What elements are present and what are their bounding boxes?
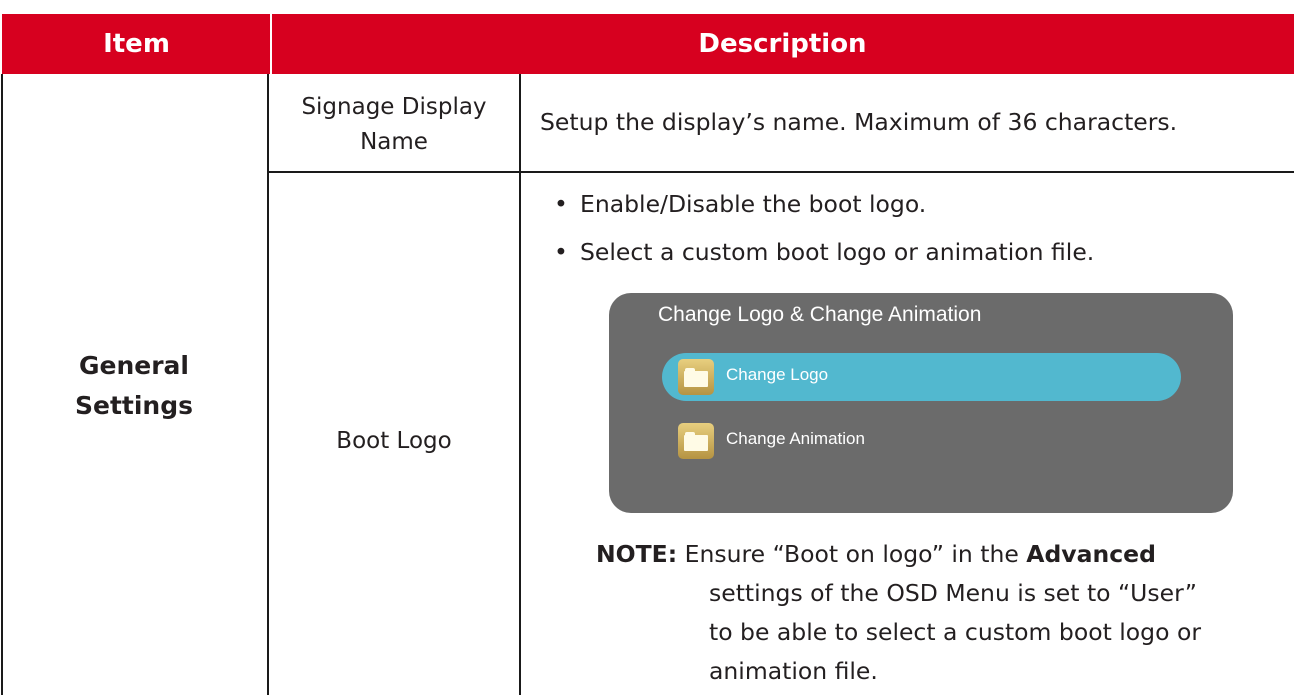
note-bold-text: Advanced — [1026, 540, 1156, 568]
note-line: settings of the OSD Menu is set to “User… — [709, 579, 1197, 607]
folder-icon — [678, 359, 714, 395]
setting-label-line: Signage Display — [301, 94, 487, 120]
signage-description: Setup the display’s name. Maximum of 36 … — [540, 108, 1178, 136]
note-label: NOTE: — [596, 540, 678, 568]
row-divider — [268, 171, 1294, 173]
note-first-line: NOTE: Ensure “Boot on logo” in the Advan… — [596, 537, 1156, 572]
note-line: animation file. — [709, 657, 878, 685]
note-line: to be able to select a custom boot logo … — [709, 618, 1201, 646]
bullet-item: • Select a custom boot logo or animation … — [554, 238, 1094, 266]
bullet-text: Enable/Disable the boot logo. — [580, 190, 927, 218]
category-line: General — [79, 351, 189, 380]
bullet-text: Select a custom boot logo or animation f… — [580, 238, 1095, 266]
osd-option-change-logo[interactable]: Change Logo — [662, 353, 1181, 401]
setting-boot-logo: Boot Logo — [336, 428, 452, 454]
header-item: Item — [103, 29, 170, 59]
header-description: Description — [698, 29, 867, 59]
document-page: Item Description General Settings Signag… — [0, 0, 1294, 695]
table-header: Item Description — [2, 14, 1294, 74]
osd-title: Change Logo & Change Animation — [658, 303, 982, 326]
setting-label-line: Name — [360, 129, 428, 155]
bullet-dot: • — [554, 238, 568, 266]
osd-option-label: Change Animation — [726, 429, 865, 448]
setting-signage-display-name: Signage Display Name — [269, 90, 519, 160]
category-general-settings: General Settings — [0, 346, 268, 426]
osd-option-change-animation[interactable]: Change Animation — [662, 417, 1062, 465]
column-divider-2 — [519, 74, 521, 695]
osd-change-logo-panel: Change Logo & Change Animation Change Lo… — [609, 293, 1233, 513]
osd-option-label: Change Logo — [726, 365, 829, 384]
bullet-dot: • — [554, 190, 568, 218]
bullet-item: • Enable/Disable the boot logo. — [554, 190, 926, 218]
note-text: Ensure “Boot on logo” in the — [684, 540, 1019, 568]
folder-icon — [678, 423, 714, 459]
category-line: Settings — [74, 391, 193, 420]
